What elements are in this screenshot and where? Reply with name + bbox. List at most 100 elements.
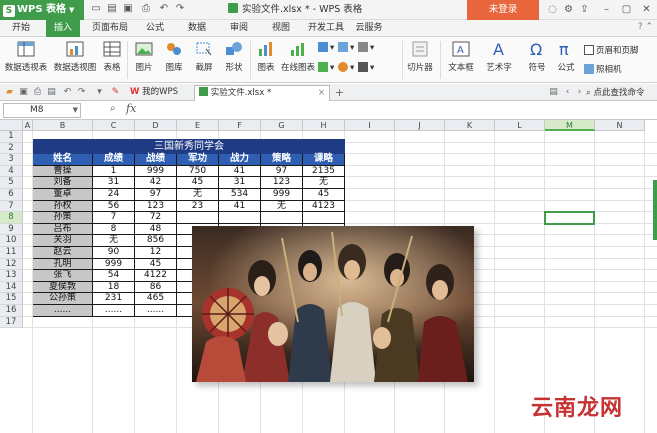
table-cell[interactable]: 8 (93, 223, 135, 236)
table-cell[interactable]: 56 (93, 200, 135, 213)
table-button[interactable]: 表格 (100, 40, 124, 73)
row-header-12[interactable]: 12 (0, 258, 23, 271)
table-cell[interactable]: 45 (303, 189, 345, 201)
table-name-cell[interactable]: 刘备 (33, 177, 93, 189)
table-name-cell[interactable]: 夏侯敦 (33, 281, 93, 294)
table-cell[interactable]: 18 (93, 281, 135, 294)
table-cell[interactable]: 无 (177, 189, 219, 201)
table-cell[interactable]: 无 (303, 177, 345, 189)
table-cell[interactable]: 90 (93, 247, 135, 259)
table-cell[interactable]: 999 (261, 189, 303, 201)
tab-document-file[interactable]: 实验文件.xlsx * × (194, 85, 330, 101)
bar-chart-button[interactable]: ▾ (318, 42, 334, 53)
tab-prev-icon[interactable]: ‹ (562, 87, 573, 98)
column-header-d[interactable]: D (135, 120, 177, 131)
row-header-17[interactable]: 17 (0, 316, 23, 329)
table-cell[interactable]: 4123 (303, 200, 345, 213)
embedded-picture[interactable] (192, 226, 474, 382)
minimize-icon[interactable]: – (598, 0, 615, 20)
row-header-5[interactable]: 5 (0, 177, 23, 189)
row-header-4[interactable]: 4 (0, 165, 23, 178)
pie-chart-button[interactable]: ▾ (338, 62, 354, 73)
row-header-15[interactable]: 15 (0, 293, 23, 305)
tab-list-icon[interactable]: ▤ (548, 87, 559, 98)
maximize-icon[interactable]: ▢ (618, 0, 635, 20)
fx-icon[interactable]: fx (126, 102, 136, 115)
new-tab-icon[interactable]: + (334, 87, 345, 98)
table-cell[interactable]: 23 (177, 200, 219, 213)
slicer-button[interactable]: 切片器 (404, 40, 436, 73)
tab-my-wps[interactable]: W 我的WPS (126, 85, 192, 101)
column-header-h[interactable]: H (303, 120, 345, 131)
table-cell[interactable]: 999 (93, 258, 135, 271)
table-cell[interactable]: 999 (135, 165, 177, 178)
settings-icon[interactable]: ⚙ (560, 0, 577, 20)
table-cell[interactable]: 123 (135, 200, 177, 213)
table-cell[interactable]: 41 (219, 165, 261, 178)
tab-cloud-service[interactable]: 云服务 (352, 20, 386, 37)
column-header-c[interactable]: C (93, 120, 135, 131)
formula-button[interactable]: π 公式 (552, 40, 580, 73)
table-header-cell[interactable]: 姓名 (33, 154, 93, 166)
table-cell[interactable]: ...... (93, 305, 135, 317)
formula-input[interactable] (146, 103, 655, 118)
tab-insert[interactable]: 插入 (46, 20, 80, 37)
table-cell[interactable]: 54 (93, 270, 135, 282)
table-title[interactable]: 三国新秀同学会 (33, 138, 345, 155)
wordart-button[interactable]: A 艺术字 (480, 40, 518, 73)
table-cell[interactable]: 750 (177, 165, 219, 178)
symbol-button[interactable]: Ω 符号 (522, 40, 552, 73)
table-cell[interactable] (303, 212, 345, 224)
table-name-cell[interactable]: ...... (33, 305, 93, 317)
tab-view[interactable]: 视图 (266, 20, 296, 37)
open-folder-icon[interactable]: ▰ (4, 87, 15, 98)
table-cell[interactable]: 86 (135, 281, 177, 294)
row-header-10[interactable]: 10 (0, 235, 23, 247)
print-icon[interactable]: ⎙ (140, 3, 152, 15)
vertical-scrollbar-thumb[interactable] (653, 180, 657, 240)
tab-review[interactable]: 审阅 (224, 20, 254, 37)
pivot-chart-button[interactable]: 数据透视图 (52, 40, 98, 73)
redo-icon[interactable]: ↷ (174, 3, 186, 15)
table-header-cell[interactable]: 课略 (303, 154, 345, 166)
tab-page-layout[interactable]: 页面布局 (88, 20, 132, 37)
row-header-2[interactable]: 2 (0, 142, 23, 155)
name-box[interactable]: M8 ▼ (3, 103, 81, 118)
row-header-1[interactable]: 1 (0, 131, 23, 143)
row-header-3[interactable]: 3 (0, 154, 23, 166)
preview-icon[interactable]: ▤ (46, 87, 57, 98)
table-cell[interactable]: 97 (261, 165, 303, 178)
table-cell[interactable]: ...... (135, 305, 177, 317)
header-footer-button[interactable]: 页眉和页脚 (584, 44, 639, 56)
textbox-button[interactable]: A 文本框 (444, 40, 478, 73)
undo-small-icon[interactable]: ↶ (62, 87, 73, 98)
row-header-14[interactable]: 14 (0, 281, 23, 294)
screenshot-button[interactable]: 截屏 (190, 40, 218, 73)
table-cell[interactable] (261, 212, 303, 224)
print-small-icon[interactable]: ⎙ (32, 87, 43, 98)
skin-icon[interactable]: ◌ (544, 0, 561, 20)
table-cell[interactable]: 24 (93, 189, 135, 201)
row-header-11[interactable]: 11 (0, 247, 23, 259)
tab-next-icon[interactable]: › (574, 87, 585, 98)
table-name-cell[interactable]: 赵云 (33, 247, 93, 259)
table-cell[interactable]: 97 (135, 189, 177, 201)
save-small-icon[interactable]: ▣ (18, 87, 29, 98)
table-name-cell[interactable]: 孙策 (33, 212, 93, 224)
tab-home[interactable]: 开始 (6, 20, 36, 37)
column-header-b[interactable]: B (33, 120, 93, 131)
column-header-g[interactable]: G (261, 120, 303, 131)
online-chart-button[interactable]: 在线图表 (280, 40, 316, 73)
table-cell[interactable]: 45 (177, 177, 219, 189)
close-tab-icon[interactable]: × (318, 86, 325, 101)
table-name-cell[interactable]: 董卓 (33, 189, 93, 201)
table-name-cell[interactable]: 曹操 (33, 165, 93, 178)
select-all-corner[interactable] (0, 120, 23, 131)
table-header-cell[interactable]: 战绩 (135, 154, 177, 166)
table-cell[interactable]: 2135 (303, 165, 345, 178)
close-icon[interactable]: ✕ (638, 0, 655, 20)
table-cell[interactable]: 41 (219, 200, 261, 213)
row-header-13[interactable]: 13 (0, 270, 23, 282)
table-cell[interactable]: 534 (219, 189, 261, 201)
picture-button[interactable]: 图片 (130, 40, 158, 73)
